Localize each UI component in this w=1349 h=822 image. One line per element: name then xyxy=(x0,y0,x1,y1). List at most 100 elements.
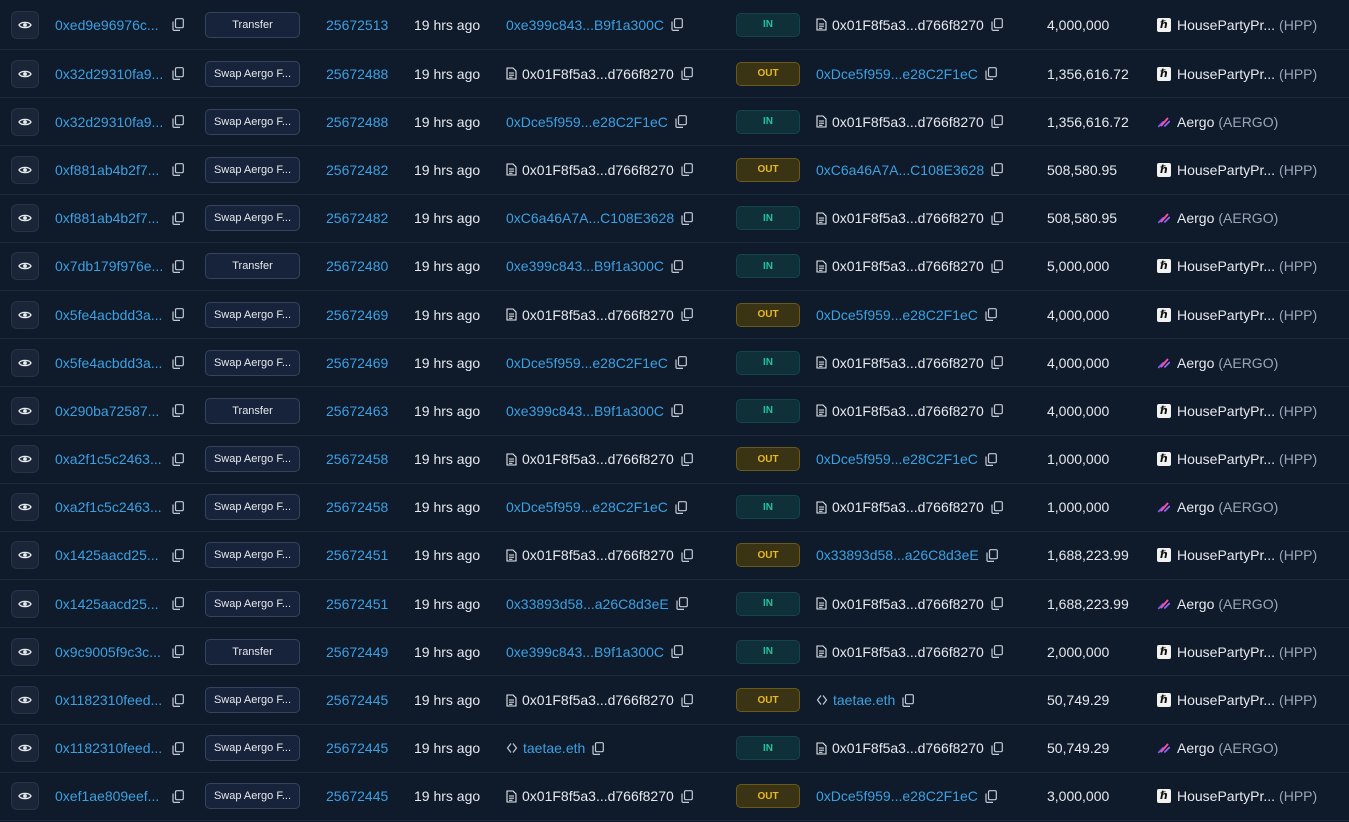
tx-hash-link[interactable]: 0xa2f1c5c2463... xyxy=(55,499,165,515)
token-name[interactable]: HousePartyPr... xyxy=(1177,66,1275,82)
token-cell[interactable]: Aergo (AERGO) xyxy=(1157,580,1278,627)
copy-icon[interactable] xyxy=(681,452,693,466)
to-address-link[interactable]: 0x01F8f5a3...d766f8270 xyxy=(832,258,984,274)
block-link[interactable]: 25672469 xyxy=(326,355,388,371)
copy-icon[interactable] xyxy=(675,500,687,514)
view-details-button[interactable] xyxy=(11,252,39,281)
to-address-link[interactable]: 0xDce5f959...e28C2F1eC xyxy=(816,66,978,82)
copy-icon[interactable] xyxy=(172,308,184,322)
copy-icon[interactable] xyxy=(671,645,683,659)
copy-icon[interactable] xyxy=(991,115,1003,129)
block-link[interactable]: 25672458 xyxy=(326,451,388,467)
copy-icon[interactable] xyxy=(681,693,693,707)
token-cell[interactable]: ℏ HousePartyPr... (HPP) xyxy=(1157,243,1317,290)
to-address-link[interactable]: 0xDce5f959...e28C2F1eC xyxy=(816,451,978,467)
from-address-link[interactable]: 0xC6a46A7A...C108E3628 xyxy=(506,210,674,226)
token-name[interactable]: HousePartyPr... xyxy=(1177,692,1275,708)
copy-icon[interactable] xyxy=(172,404,184,418)
copy-icon[interactable] xyxy=(675,115,687,129)
view-details-button[interactable] xyxy=(11,107,39,136)
view-details-button[interactable] xyxy=(11,155,39,184)
to-address-link[interactable]: 0x01F8f5a3...d766f8270 xyxy=(832,740,984,756)
tx-hash-link[interactable]: 0x1425aacd25... xyxy=(55,547,165,563)
token-name[interactable]: HousePartyPr... xyxy=(1177,17,1275,33)
block-link[interactable]: 25672451 xyxy=(326,547,388,563)
copy-icon[interactable] xyxy=(991,645,1003,659)
block-link[interactable]: 25672449 xyxy=(326,644,388,660)
tx-hash-link[interactable]: 0xf881ab4b2f7... xyxy=(55,162,165,178)
copy-icon[interactable] xyxy=(592,741,605,755)
token-cell[interactable]: Aergo (AERGO) xyxy=(1157,484,1278,531)
from-address-link[interactable]: 0x01F8f5a3...d766f8270 xyxy=(522,307,674,323)
copy-icon[interactable] xyxy=(986,549,998,562)
view-details-button[interactable] xyxy=(11,637,39,666)
copy-icon[interactable] xyxy=(172,790,184,803)
view-details-button[interactable] xyxy=(11,686,39,715)
view-details-button[interactable] xyxy=(11,204,39,233)
view-details-button[interactable] xyxy=(11,300,39,329)
token-cell[interactable]: ℏ HousePartyPr... (HPP) xyxy=(1157,0,1317,49)
token-cell[interactable]: Aergo (AERGO) xyxy=(1157,98,1278,145)
from-address-link[interactable]: 0x01F8f5a3...d766f8270 xyxy=(522,692,674,708)
copy-icon[interactable] xyxy=(681,211,694,225)
token-cell[interactable]: ℏ HousePartyPr... (HPP) xyxy=(1157,436,1317,483)
copy-icon[interactable] xyxy=(172,693,184,707)
token-cell[interactable]: ℏ HousePartyPr... (HPP) xyxy=(1157,773,1317,820)
from-address-link[interactable]: 0xe399c843...B9f1a300C xyxy=(506,403,664,419)
token-cell[interactable]: ℏ HousePartyPr... (HPP) xyxy=(1157,387,1317,434)
token-name[interactable]: Aergo xyxy=(1177,355,1214,371)
to-address-link[interactable]: 0x01F8f5a3...d766f8270 xyxy=(832,499,984,515)
from-address-link[interactable]: 0xDce5f959...e28C2F1eC xyxy=(506,114,668,130)
view-details-button[interactable] xyxy=(11,493,39,522)
tx-hash-link[interactable]: 0x1182310feed... xyxy=(55,740,165,756)
to-address-link[interactable]: 0x01F8f5a3...d766f8270 xyxy=(832,210,984,226)
copy-icon[interactable] xyxy=(172,18,184,31)
copy-icon[interactable] xyxy=(991,741,1003,755)
token-name[interactable]: HousePartyPr... xyxy=(1177,547,1275,563)
view-details-button[interactable] xyxy=(11,589,39,618)
from-address-link[interactable]: 0x01F8f5a3...d766f8270 xyxy=(522,788,674,804)
copy-icon[interactable] xyxy=(172,645,184,659)
copy-icon[interactable] xyxy=(172,452,184,466)
token-cell[interactable]: Aergo (AERGO) xyxy=(1157,195,1278,242)
copy-icon[interactable] xyxy=(991,259,1003,273)
to-address-link[interactable]: 0x01F8f5a3...d766f8270 xyxy=(832,596,984,612)
copy-icon[interactable] xyxy=(902,693,915,707)
from-address-link[interactable]: 0xDce5f959...e28C2F1eC xyxy=(506,355,668,371)
copy-icon[interactable] xyxy=(991,211,1003,225)
view-details-button[interactable] xyxy=(11,10,39,39)
copy-icon[interactable] xyxy=(172,597,184,611)
to-address-link[interactable]: 0x33893d58...a26C8d3eE xyxy=(816,547,979,563)
from-address-link[interactable]: 0xe399c843...B9f1a300C xyxy=(506,17,664,33)
token-name[interactable]: HousePartyPr... xyxy=(1177,258,1275,274)
block-link[interactable]: 25672482 xyxy=(326,210,388,226)
to-address-link[interactable]: 0xDce5f959...e28C2F1eC xyxy=(816,307,978,323)
copy-icon[interactable] xyxy=(172,741,184,755)
copy-icon[interactable] xyxy=(985,452,997,466)
token-cell[interactable]: ℏ HousePartyPr... (HPP) xyxy=(1157,291,1317,338)
copy-icon[interactable] xyxy=(172,115,184,129)
tx-hash-link[interactable]: 0xf881ab4b2f7... xyxy=(55,210,165,226)
token-cell[interactable]: ℏ HousePartyPr... (HPP) xyxy=(1157,532,1317,579)
to-address-link[interactable]: 0x01F8f5a3...d766f8270 xyxy=(832,17,984,33)
copy-icon[interactable] xyxy=(681,790,693,803)
copy-icon[interactable] xyxy=(172,67,184,81)
token-name[interactable]: Aergo xyxy=(1177,114,1214,130)
block-link[interactable]: 25672445 xyxy=(326,692,388,708)
copy-icon[interactable] xyxy=(991,356,1003,370)
block-link[interactable]: 25672463 xyxy=(326,403,388,419)
tx-hash-link[interactable]: 0x32d29310fa9... xyxy=(55,66,165,82)
block-link[interactable]: 25672488 xyxy=(326,66,388,82)
copy-icon[interactable] xyxy=(991,597,1003,611)
copy-icon[interactable] xyxy=(681,308,693,322)
block-link[interactable]: 25672445 xyxy=(326,740,388,756)
block-link[interactable]: 25672469 xyxy=(326,307,388,323)
token-name[interactable]: Aergo xyxy=(1177,499,1214,515)
copy-icon[interactable] xyxy=(991,18,1003,31)
to-address-link[interactable]: 0x01F8f5a3...d766f8270 xyxy=(832,114,984,130)
token-cell[interactable]: ℏ HousePartyPr... (HPP) xyxy=(1157,676,1317,723)
copy-icon[interactable] xyxy=(172,163,184,177)
to-address-link[interactable]: 0xDce5f959...e28C2F1eC xyxy=(816,788,978,804)
tx-hash-link[interactable]: 0x5fe4acbdd3a... xyxy=(55,355,165,371)
token-cell[interactable]: ℏ HousePartyPr... (HPP) xyxy=(1157,628,1317,675)
